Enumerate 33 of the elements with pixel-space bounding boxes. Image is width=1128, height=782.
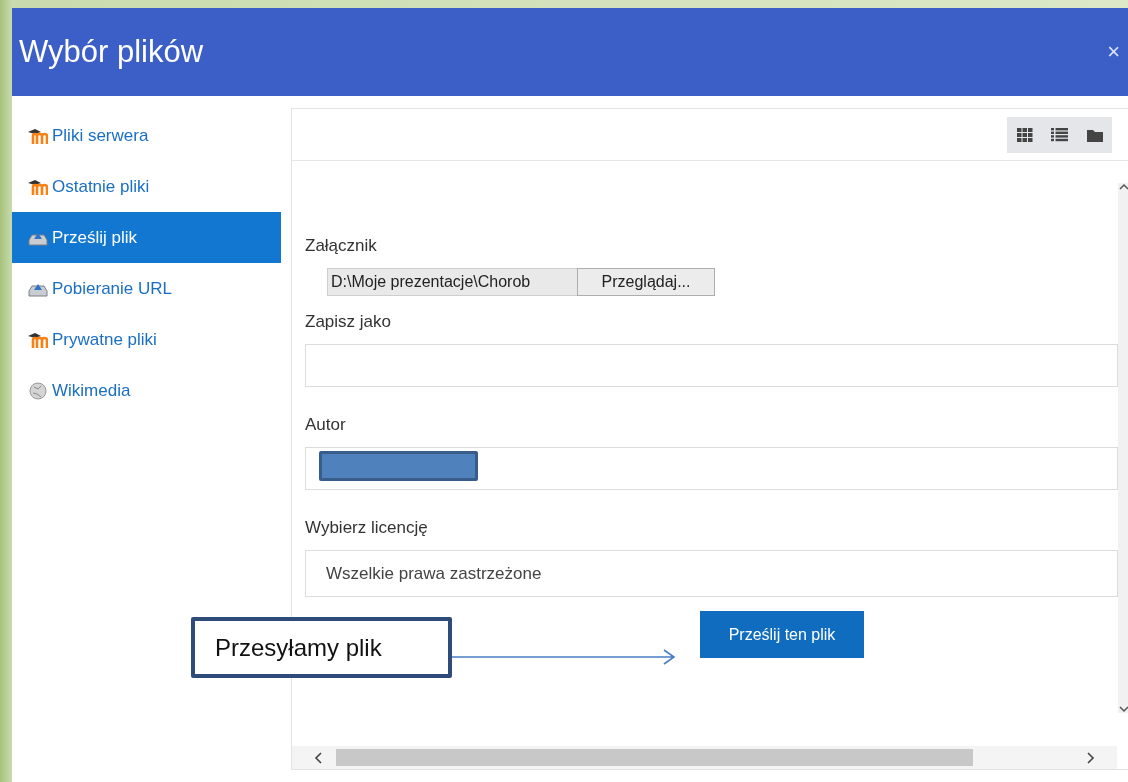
text-field[interactable]	[305, 344, 1118, 387]
text-field[interactable]	[305, 447, 1118, 490]
upload-button[interactable]: Prześlij ten plik	[700, 611, 864, 658]
browse-button[interactable]: Przeglądaj...	[577, 268, 715, 296]
folder-icon	[1086, 127, 1103, 142]
grid-icon	[1016, 127, 1033, 142]
mortarboard-icon	[28, 127, 48, 144]
sidebar-item[interactable]: Pliki serwera	[12, 110, 281, 161]
mortarboard-icon	[28, 331, 48, 348]
license-select[interactable]: Wszelkie prawa zastrzeżone	[305, 550, 1118, 597]
close-button[interactable]: ×	[1107, 39, 1120, 65]
dialog-title: Wybór plików	[19, 34, 204, 70]
vertical-scrollbar[interactable]	[1118, 183, 1128, 713]
horizontal-scrollbar[interactable]	[292, 746, 1117, 769]
down-caret-icon	[1119, 705, 1128, 713]
globe-icon	[28, 381, 48, 400]
sidebar-item[interactable]: Wikimedia	[12, 365, 281, 416]
field-label: Wybierz licencję	[305, 517, 429, 539]
field-label: Zapisz jako	[305, 311, 392, 333]
left-caret-icon	[314, 751, 324, 764]
callout-box: Przesyłamy plik	[191, 617, 452, 678]
list-icon	[1051, 127, 1068, 142]
field-label: Załącznik	[305, 235, 378, 257]
up-caret-icon	[1119, 183, 1128, 191]
right-caret-icon	[1085, 751, 1095, 764]
file-path-field[interactable]: D:\Moje prezentacje\Chorob	[327, 268, 577, 296]
sidebar-item[interactable]: Pobieranie URL	[12, 263, 281, 314]
sidebar-item[interactable]: Prześlij plik	[12, 212, 281, 263]
field-label: Autor	[305, 414, 347, 436]
mortarboard-icon	[28, 178, 48, 195]
sidebar-item[interactable]: Ostatnie pliki	[12, 161, 281, 212]
scrollbar-thumb[interactable]	[336, 749, 973, 766]
sidebar-item[interactable]: Prywatne pliki	[12, 314, 281, 365]
